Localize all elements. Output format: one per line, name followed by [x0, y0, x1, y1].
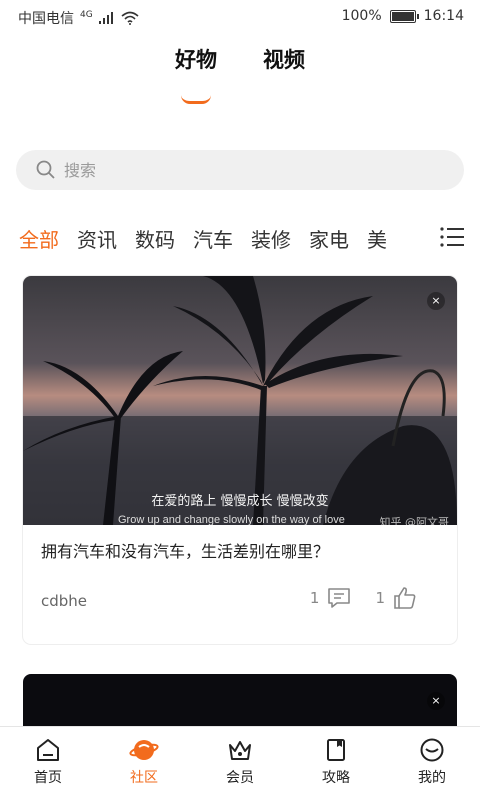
- image-caption-en: Grow up and change slowly on the way of …: [118, 514, 345, 525]
- nav-home-label: 首页: [34, 770, 62, 786]
- category-decor[interactable]: 装修: [251, 228, 291, 252]
- community-icon: [129, 740, 159, 760]
- palm-trees-scene: [23, 276, 457, 525]
- nav-member-label: 会员: [226, 770, 254, 786]
- search-bar[interactable]: [16, 150, 464, 190]
- category-bar: 全部 资讯 数码 汽车 装修 家电美: [0, 218, 480, 258]
- feed-card[interactable]: ×: [23, 674, 457, 734]
- search-input[interactable]: [62, 159, 426, 181]
- nav-community-label: 社区: [130, 770, 158, 786]
- image-caption-cn: 在爱的路上 慢慢成长 慢慢改变: [151, 494, 329, 509]
- nav-profile-label: 我的: [418, 770, 446, 786]
- bottom-nav: 首页 社区 会员 攻略 我的: [0, 726, 480, 801]
- category-menu-icon[interactable]: [440, 226, 464, 248]
- like-count: 1: [375, 589, 385, 607]
- wifi-icon: [121, 11, 139, 25]
- card-close-button[interactable]: ×: [427, 692, 445, 710]
- nav-guide-label: 攻略: [322, 770, 350, 786]
- card-author[interactable]: cdbhe: [41, 592, 87, 610]
- thumbs-up-icon[interactable]: [393, 586, 417, 610]
- nav-member[interactable]: 会员: [192, 727, 288, 801]
- nav-home[interactable]: 首页: [0, 727, 96, 801]
- comment-icon[interactable]: [327, 587, 351, 609]
- category-all[interactable]: 全部: [19, 228, 59, 252]
- tab-video[interactable]: 视频: [263, 44, 305, 94]
- top-tabs: 好物 视频: [0, 44, 480, 94]
- battery-percent: 100%: [341, 8, 382, 24]
- signal-icon: [98, 12, 113, 24]
- nav-community[interactable]: 社区: [96, 727, 192, 801]
- category-list: 全部 资讯 数码 汽车 装修 家电美: [19, 224, 427, 253]
- image-watermark: 知乎 @阿文哥: [379, 516, 450, 525]
- nav-guide[interactable]: 攻略: [288, 727, 384, 801]
- card-close-button[interactable]: ×: [427, 292, 445, 310]
- card-title[interactable]: 拥有汽车和没有汽车，生活差别在哪里？: [41, 538, 329, 562]
- comment-count: 1: [309, 589, 320, 607]
- category-appliance[interactable]: 家电: [309, 228, 349, 252]
- category-beauty[interactable]: 美: [367, 228, 387, 252]
- category-news[interactable]: 资讯: [77, 228, 117, 252]
- crown-icon: [229, 741, 251, 760]
- home-icon: [37, 739, 59, 761]
- card-image[interactable]: × 在爱的路上 慢慢成长 慢慢改变 Grow up and change slo…: [23, 276, 457, 525]
- guide-icon: [327, 739, 345, 761]
- carrier-label: 中国电信: [18, 11, 74, 27]
- search-icon: [36, 160, 55, 179]
- status-bar: 中国电信 4G 100% 16:14: [0, 0, 480, 34]
- clock: 16:14: [423, 8, 464, 24]
- battery-icon: [389, 9, 419, 23]
- category-auto[interactable]: 汽车: [193, 228, 233, 252]
- category-digital[interactable]: 数码: [135, 228, 175, 252]
- profile-icon: [420, 738, 444, 762]
- card-stats: 1 1: [310, 586, 417, 610]
- tab-goods[interactable]: 好物: [175, 44, 217, 94]
- feed-card[interactable]: × 在爱的路上 慢慢成长 慢慢改变 Grow up and change slo…: [23, 276, 457, 644]
- nav-profile[interactable]: 我的: [384, 727, 480, 801]
- network-type: 4G: [80, 10, 93, 20]
